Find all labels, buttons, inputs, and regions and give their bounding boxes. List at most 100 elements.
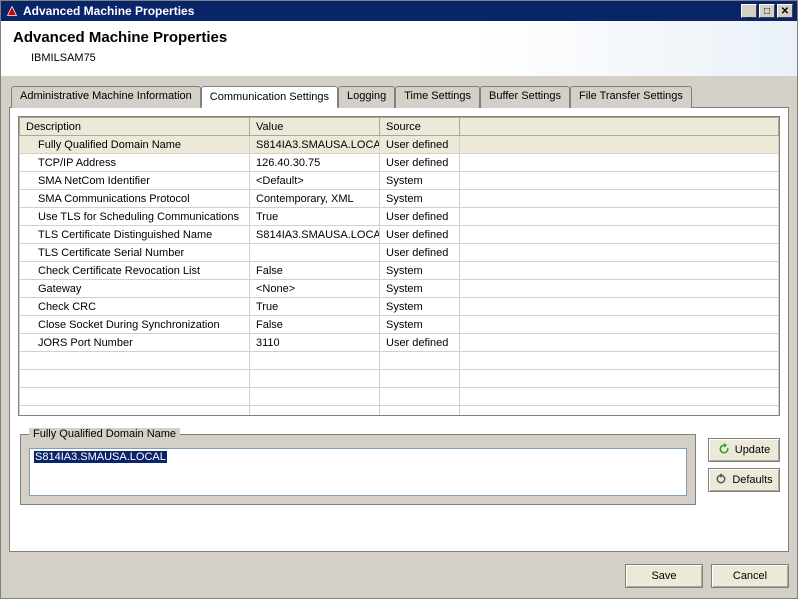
maximize-button[interactable]: □ [759, 4, 775, 18]
cell-blank [460, 244, 779, 262]
page-title: Advanced Machine Properties [13, 29, 785, 46]
cell-value: True [250, 298, 380, 316]
cell-value [250, 244, 380, 262]
cell-source: User defined [380, 208, 460, 226]
tab-file-transfer-settings[interactable]: File Transfer Settings [570, 86, 692, 108]
cell-description: Fully Qualified Domain Name [20, 136, 250, 154]
cell-value: S814IA3.SMAUSA.LOCAL [250, 226, 380, 244]
table-row-empty [20, 406, 779, 417]
header: Advanced Machine Properties IBMILSAM75 [1, 21, 797, 77]
cell-source: User defined [380, 334, 460, 352]
content: Administrative Machine InformationCommun… [1, 77, 797, 556]
app-icon [5, 4, 19, 18]
table-row[interactable]: JORS Port Number3110User defined [20, 334, 779, 352]
cell-source: User defined [380, 244, 460, 262]
column-header-blank [460, 118, 779, 136]
editor-input[interactable]: S814IA3.SMAUSA.LOCAL [29, 448, 687, 496]
minimize-button[interactable]: _ [741, 4, 757, 18]
cell-description: JORS Port Number [20, 334, 250, 352]
save-label: Save [651, 570, 676, 582]
table-row[interactable]: SMA Communications ProtocolContemporary,… [20, 190, 779, 208]
tab-communication-settings[interactable]: Communication Settings [201, 86, 338, 108]
update-label: Update [735, 444, 770, 456]
cell-blank [460, 208, 779, 226]
cell-description: Close Socket During Synchronization [20, 316, 250, 334]
table-row[interactable]: Close Socket During SynchronizationFalse… [20, 316, 779, 334]
defaults-label: Defaults [732, 474, 772, 486]
cell-source: System [380, 316, 460, 334]
cell-value: True [250, 208, 380, 226]
tab-time-settings[interactable]: Time Settings [395, 86, 480, 108]
cell-description: TLS Certificate Serial Number [20, 244, 250, 262]
cell-blank [460, 298, 779, 316]
cell-description: SMA Communications Protocol [20, 190, 250, 208]
defaults-button[interactable]: Defaults [708, 468, 780, 492]
titlebar: Advanced Machine Properties _ □ ✕ [1, 1, 797, 21]
cell-description: TLS Certificate Distinguished Name [20, 226, 250, 244]
table-row[interactable]: Use TLS for Scheduling CommunicationsTru… [20, 208, 779, 226]
cell-blank [460, 316, 779, 334]
cell-source: System [380, 190, 460, 208]
column-header-description[interactable]: Description [20, 118, 250, 136]
editor-value: S814IA3.SMAUSA.LOCAL [34, 451, 167, 463]
window-title: Advanced Machine Properties [23, 4, 741, 18]
table-row[interactable]: TLS Certificate Distinguished NameS814IA… [20, 226, 779, 244]
cell-source: User defined [380, 154, 460, 172]
cell-value: Contemporary, XML [250, 190, 380, 208]
cell-blank [460, 172, 779, 190]
table-row[interactable]: Fully Qualified Domain NameS814IA3.SMAUS… [20, 136, 779, 154]
column-header-value[interactable]: Value [250, 118, 380, 136]
cell-source: User defined [380, 136, 460, 154]
cell-blank [460, 334, 779, 352]
tab-strip: Administrative Machine InformationCommun… [11, 85, 789, 107]
cell-blank [460, 136, 779, 154]
cell-source: System [380, 280, 460, 298]
cell-source: User defined [380, 226, 460, 244]
cell-blank [460, 226, 779, 244]
cell-blank [460, 154, 779, 172]
cell-value: <Default> [250, 172, 380, 190]
tab-administrative-machine-information[interactable]: Administrative Machine Information [11, 86, 201, 108]
save-button[interactable]: Save [625, 564, 703, 588]
table-row[interactable]: TCP/IP Address126.40.30.75User defined [20, 154, 779, 172]
table-row[interactable]: SMA NetCom Identifier<Default>System [20, 172, 779, 190]
cell-description: SMA NetCom Identifier [20, 172, 250, 190]
properties-table: Description Value Source Fully Qualified… [18, 116, 780, 416]
cell-source: System [380, 172, 460, 190]
cell-value: S814IA3.SMAUSA.LOCAL [250, 136, 380, 154]
cell-source: System [380, 262, 460, 280]
machine-name: IBMILSAM75 [31, 52, 785, 64]
window: Advanced Machine Properties _ □ ✕ Advanc… [0, 0, 798, 599]
close-button[interactable]: ✕ [777, 4, 793, 18]
reset-icon [715, 473, 727, 488]
editor-buttons: Update Defaults [708, 438, 780, 492]
tab-buffer-settings[interactable]: Buffer Settings [480, 86, 570, 108]
cell-blank [460, 262, 779, 280]
table-row[interactable]: Check Certificate Revocation ListFalseSy… [20, 262, 779, 280]
cell-source: System [380, 298, 460, 316]
editor-legend: Fully Qualified Domain Name [29, 428, 180, 440]
cell-value: 126.40.30.75 [250, 154, 380, 172]
cell-value: False [250, 316, 380, 334]
editor-area: Fully Qualified Domain Name S814IA3.SMAU… [18, 428, 780, 505]
cell-description: Use TLS for Scheduling Communications [20, 208, 250, 226]
cell-description: Check CRC [20, 298, 250, 316]
window-controls: _ □ ✕ [741, 4, 793, 18]
cell-description: Gateway [20, 280, 250, 298]
cell-blank [460, 190, 779, 208]
table-row-empty [20, 352, 779, 370]
cell-value: <None> [250, 280, 380, 298]
update-button[interactable]: Update [708, 438, 780, 462]
cell-description: TCP/IP Address [20, 154, 250, 172]
table-row[interactable]: Check CRCTrueSystem [20, 298, 779, 316]
table-row-empty [20, 388, 779, 406]
column-header-source[interactable]: Source [380, 118, 460, 136]
cancel-button[interactable]: Cancel [711, 564, 789, 588]
tab-logging[interactable]: Logging [338, 86, 395, 108]
footer-buttons: Save Cancel [1, 556, 797, 598]
table-row[interactable]: TLS Certificate Serial Number User define… [20, 244, 779, 262]
table-row[interactable]: Gateway<None>System [20, 280, 779, 298]
cell-value: 3110 [250, 334, 380, 352]
table-row-empty [20, 370, 779, 388]
cell-blank [460, 280, 779, 298]
